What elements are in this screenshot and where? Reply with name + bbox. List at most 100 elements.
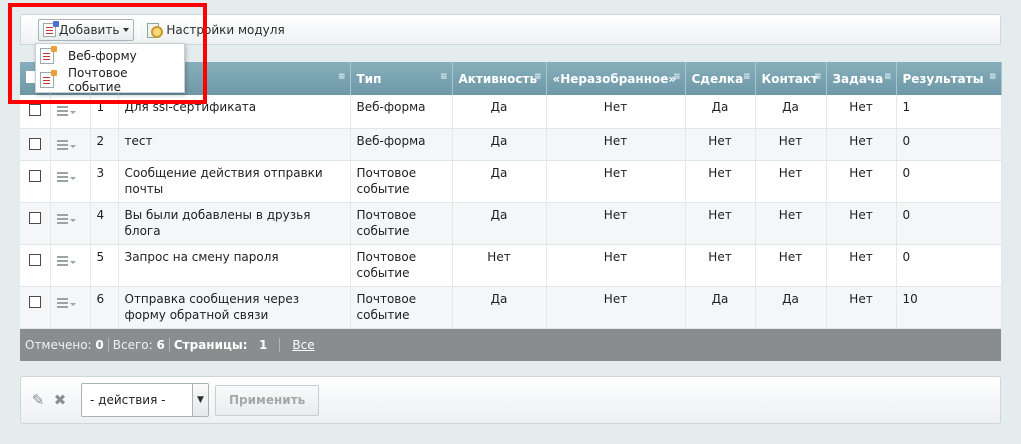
table-row[interactable]: 1 Для ssl-сертификата Веб-форма Да Нет Д… <box>20 95 1002 129</box>
header-active[interactable]: Активность ≡ <box>452 62 547 95</box>
row-checkbox-cell <box>20 244 51 287</box>
apply-button[interactable]: Применить <box>215 384 320 416</box>
sort-icon: ≡ <box>337 72 345 82</box>
row-type: Почтовое событие <box>350 286 453 329</box>
chevron-down-icon: ▼ <box>192 384 208 416</box>
row-results: 0 <box>896 244 1002 287</box>
module-settings-button[interactable]: Настройки модуля <box>143 19 288 41</box>
row-menu-cell <box>50 95 91 129</box>
row-menu-icon[interactable] <box>56 297 76 308</box>
edit-pencil-icon[interactable]: ✎ <box>29 391 47 409</box>
checked-label: Отмечено: <box>25 337 92 352</box>
row-deal: Нет <box>685 202 756 245</box>
row-menu-icon[interactable] <box>56 213 76 224</box>
table-row[interactable]: 6 Отправка сообщения через форму обратно… <box>20 286 1002 329</box>
row-checkbox[interactable] <box>28 211 41 224</box>
add-dropdown-menu: Веб-форму Почтовое событие <box>35 43 185 94</box>
row-contact: Да <box>755 95 827 129</box>
web-form-icon <box>40 46 57 64</box>
row-contact: Нет <box>755 202 827 245</box>
total-count: 6 <box>156 337 165 352</box>
row-id: 4 <box>90 202 119 245</box>
row-type: Веб-форма <box>350 95 453 129</box>
row-active: Да <box>452 128 547 161</box>
show-all-link[interactable]: Все <box>292 338 314 352</box>
row-results: 1 <box>896 95 1002 129</box>
table-row[interactable]: 2 тест Веб-форма Да Нет Нет Нет Нет 0 <box>20 128 1002 161</box>
row-menu-cell <box>50 160 91 203</box>
header-type[interactable]: Тип ≡ <box>350 62 453 95</box>
row-task: Нет <box>826 202 897 245</box>
row-checkbox[interactable] <box>28 253 41 266</box>
header-unsorted-label: «Неразобранное» <box>552 71 677 86</box>
header-deal[interactable]: Сделка ≡ <box>685 62 756 95</box>
row-checkbox-cell <box>20 286 51 329</box>
header-contact[interactable]: Контакт ≡ <box>755 62 827 95</box>
header-task[interactable]: Задача ≡ <box>826 62 897 95</box>
row-checkbox[interactable] <box>28 137 41 150</box>
row-task: Нет <box>826 286 897 329</box>
row-active: Да <box>452 286 547 329</box>
row-type: Почтовое событие <box>350 244 453 287</box>
add-button-label: Добавить <box>59 22 120 37</box>
row-menu-icon[interactable] <box>56 106 76 116</box>
row-deal: Нет <box>685 160 756 203</box>
sort-icon: ≡ <box>439 72 447 82</box>
sort-icon: ≡ <box>988 72 996 82</box>
row-menu-icon[interactable] <box>56 139 76 150</box>
header-results[interactable]: Результаты ≡ <box>896 62 1002 95</box>
row-name[interactable]: Вы были добавлены в друзья блога <box>118 202 351 245</box>
row-menu-icon[interactable] <box>56 255 76 266</box>
row-name[interactable]: Для ssl-сертификата <box>118 95 351 129</box>
row-deal: Да <box>685 286 756 329</box>
menu-item-mail-event[interactable]: Почтовое событие <box>36 66 184 94</box>
add-button[interactable]: Добавить <box>38 18 135 41</box>
table-row[interactable]: 4 Вы были добавлены в друзья блога Почто… <box>20 202 1002 245</box>
row-contact: Да <box>755 286 827 329</box>
group-actions-bar: ✎ ✖ - действия - ▼ Применить <box>20 376 1001 424</box>
footer-separator <box>107 337 109 352</box>
row-results: 0 <box>896 160 1002 203</box>
row-unsorted: Нет <box>546 202 686 245</box>
row-results: 0 <box>896 202 1002 245</box>
row-contact: Нет <box>755 128 827 161</box>
header-unsorted[interactable]: «Неразобранное» ≡ <box>546 62 686 95</box>
row-menu-icon[interactable] <box>56 171 76 182</box>
row-unsorted: Нет <box>546 160 686 203</box>
checked-count: 0 <box>95 337 104 352</box>
row-id: 3 <box>90 160 119 203</box>
delete-x-icon[interactable]: ✖ <box>51 391 69 409</box>
header-type-label: Тип <box>356 71 382 86</box>
menu-item-web-form[interactable]: Веб-форму <box>36 44 184 68</box>
toolbar-separator <box>138 20 140 39</box>
header-deal-label: Сделка <box>691 71 744 86</box>
row-name[interactable]: Сообщение действия отправки почты <box>118 160 351 203</box>
total-label: Всего: <box>112 337 153 352</box>
table-row[interactable]: 3 Сообщение действия отправки почты Почт… <box>20 160 1002 203</box>
row-id: 5 <box>90 244 119 287</box>
table-row[interactable]: 5 Запрос на смену пароля Почтовое событи… <box>20 244 1002 287</box>
module-settings-label: Настройки модуля <box>166 22 285 37</box>
forms-grid: е≡ Тип≡ Активность≡ «Неразобранное»≡ Сде… <box>20 62 1002 361</box>
row-menu-cell <box>50 286 91 329</box>
row-checkbox[interactable] <box>28 104 41 116</box>
row-name[interactable]: Запрос на смену пароля <box>118 244 351 287</box>
chevron-down-icon <box>123 27 130 32</box>
row-deal: Нет <box>685 244 756 287</box>
row-checkbox[interactable] <box>28 169 41 182</box>
row-deal: Да <box>685 95 756 129</box>
row-name[interactable]: тест <box>118 128 351 161</box>
row-type: Почтовое событие <box>350 202 453 245</box>
row-menu-cell <box>50 202 91 245</box>
toolbar-separator <box>33 20 34 39</box>
row-checkbox-cell <box>20 128 51 161</box>
actions-select[interactable]: - действия - ▼ <box>81 383 209 417</box>
row-name[interactable]: Отправка сообщения через форму обратной … <box>118 286 351 329</box>
header-results-label: Результаты <box>902 71 984 86</box>
add-document-icon <box>43 20 59 37</box>
row-checkbox[interactable] <box>28 295 41 308</box>
sort-icon: ≡ <box>742 72 750 82</box>
row-active: Нет <box>452 244 547 287</box>
row-active: Да <box>452 202 547 245</box>
row-active: Да <box>452 160 547 203</box>
